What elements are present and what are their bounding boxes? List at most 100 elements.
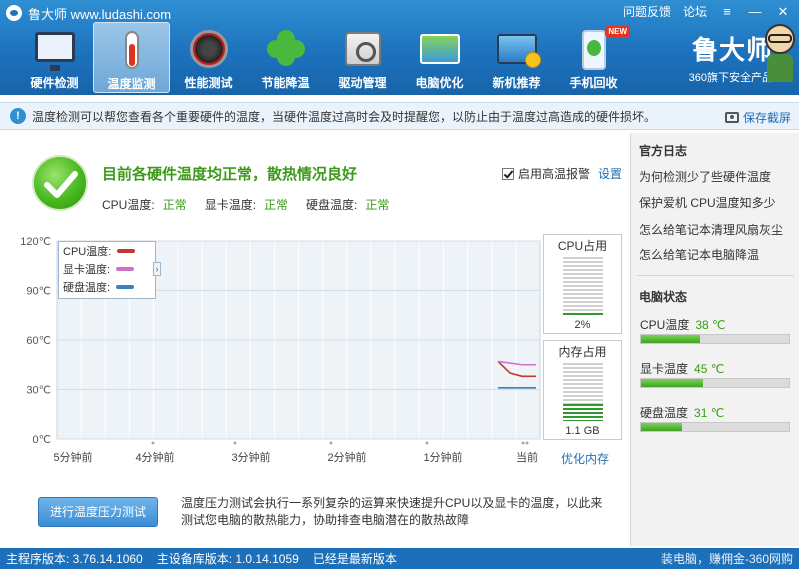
hw-disk-temp: 硬盘温度 31 ℃ — [640, 404, 724, 421]
memory-usage-meter: 内存占用 1.1 GB — [543, 340, 622, 440]
status-headline: 目前各硬件温度均正常，散热情况良好 — [102, 166, 358, 183]
x-tick-label: 当前 — [516, 450, 538, 464]
alarm-label: 启用高温报警 — [518, 167, 591, 181]
brand-name: 鲁大师 — [691, 36, 773, 66]
x-tick-mark — [425, 441, 429, 445]
disk-temp-status: 正常 — [365, 198, 390, 212]
hw-cpu-temp: CPU温度 38 ℃ — [640, 316, 726, 333]
tab-power-saving[interactable]: 节能降温 — [247, 22, 324, 93]
legend-gpu-swatch — [116, 267, 135, 271]
tab-pc-optimize[interactable]: 电脑优化 — [401, 22, 478, 93]
brand-logo: 鲁大师 360旗下安全产品 — [689, 30, 773, 85]
gpu-temp-label: 显卡温度: — [204, 198, 257, 212]
window-title: 鲁大师 www.ludashi.com — [6, 4, 171, 22]
optimize-memory-link[interactable]: 优化内存 — [561, 450, 609, 467]
sidebar-divider — [637, 275, 794, 276]
tab-label: 驱动管理 — [338, 76, 387, 90]
cpu-usage-title: CPU占用 — [557, 239, 608, 253]
db-version: 主设备库版本: 1.0.14.1059 — [156, 552, 299, 566]
tab-new-pc[interactable]: 新机推荐 — [478, 22, 555, 93]
y-tick-label: 0℃ — [33, 434, 51, 446]
hw-cpu-temp-bar — [640, 334, 790, 344]
check-ok-icon — [32, 155, 88, 211]
memory-usage-title: 内存占用 — [558, 345, 607, 359]
save-screenshot-button[interactable]: 保存截屏 — [724, 109, 791, 126]
main-tabs: 硬件检测 温度监测 性能测试 节能降温 驱动管理 电脑优化 新机推荐 NEW 手… — [16, 22, 632, 93]
hw-disk-temp-bar — [640, 422, 790, 432]
log-link[interactable]: 保护爱机 CPU温度知多少 — [639, 194, 776, 211]
log-link[interactable]: 为何检测少了些硬件温度 — [639, 168, 771, 185]
brand-subtitle: 360旗下安全产品 — [688, 72, 773, 84]
x-tick-label: 2分钟前 — [327, 450, 366, 464]
speed-gauge-icon — [187, 28, 231, 70]
tab-label: 硬件检测 — [30, 76, 79, 90]
hw-cpu-temp-label: CPU温度 — [640, 318, 690, 332]
tab-label: 新机推荐 — [492, 76, 541, 90]
camera-icon — [724, 112, 739, 123]
legend-disk-swatch — [116, 285, 135, 289]
temperature-chart: 120℃ 90℃ 60℃ 30℃ 0℃ 5分钟前 4分钟前 3分钟前 2分钟前 1分钟前 当前 CP… — [0, 233, 545, 473]
legend-cpu-label: CPU温度: — [63, 246, 112, 258]
hw-cpu-temp-fill — [641, 335, 701, 343]
high-temp-alarm: 启用高温报警 设置 — [502, 165, 622, 182]
main-panel: 目前各硬件温度均正常，散热情况良好 CPU温度: 正常 显卡温度: 正常 硬盘温… — [0, 133, 630, 546]
driver-chip-icon — [341, 28, 385, 70]
chart-legend: CPU温度: 显卡温度: 硬盘温度: › — [58, 241, 161, 299]
hw-gpu-temp-value: 45 ℃ — [694, 362, 725, 376]
pc-status-title: 电脑状态 — [639, 290, 688, 304]
tab-label: 电脑优化 — [415, 76, 464, 90]
stress-test-button[interactable]: 进行温度压力测试 — [38, 497, 158, 527]
info-text: 温度检测可以帮您查看各个重要硬件的温度，当硬件温度过高时会及时提醒您，以防止由于… — [32, 109, 657, 124]
tab-driver-management[interactable]: 驱动管理 — [324, 22, 401, 93]
main-version: 主程序版本: 3.76.14.1060 — [6, 552, 143, 566]
tab-phone-recycle[interactable]: NEW 手机回收 — [555, 22, 632, 93]
x-tick-label: 4分钟前 — [135, 450, 174, 464]
x-tick-label: 3分钟前 — [231, 450, 270, 464]
disk-temp-label: 硬盘温度: — [306, 198, 358, 212]
new-badge: NEW — [605, 26, 630, 37]
hw-gpu-temp: 显卡温度 45 ℃ — [640, 360, 724, 377]
y-tick-label: 120℃ — [20, 236, 51, 248]
settings-link[interactable]: 设置 — [598, 165, 622, 182]
feedback-link[interactable]: 问题反馈 — [623, 3, 671, 20]
log-link[interactable]: 怎么给笔记本清理风扇灰尘 — [639, 221, 783, 238]
hw-disk-temp-value: 31 ℃ — [694, 406, 725, 420]
cpu-usage-meter: CPU占用 2% — [543, 234, 622, 334]
tab-label: 性能测试 — [184, 76, 233, 90]
x-tick-mark — [329, 441, 333, 445]
official-log-title: 官方日志 — [639, 144, 688, 158]
window-title-text: 鲁大师 www.ludashi.com — [28, 6, 172, 22]
legend-disk-label: 硬盘温度: — [63, 282, 111, 294]
hw-gpu-temp-bar — [640, 378, 790, 388]
cpu-usage-bars — [563, 255, 603, 315]
new-pc-icon — [495, 28, 541, 70]
forum-link[interactable]: 论坛 — [683, 3, 707, 20]
cpu-usage-fill — [563, 313, 603, 315]
tab-hardware-check[interactable]: 硬件检测 — [16, 22, 93, 93]
stress-test-description: 温度压力测试会执行一系列复杂的运算来快速提升CPU以及显卡的温度，以此来测试您电… — [181, 496, 603, 527]
close-icon[interactable]: ✕ — [775, 4, 791, 20]
y-tick-label: 30℃ — [26, 385, 51, 397]
info-bar: ! 温度检测可以帮您查看各个重要硬件的温度，当硬件温度过高时会及时提醒您，以防止… — [0, 102, 799, 130]
hw-disk-temp-label: 硬盘温度 — [640, 406, 689, 420]
tab-label: 节能降温 — [261, 76, 310, 90]
x-tick-mark — [233, 441, 237, 445]
tab-label: 手机回收 — [569, 76, 618, 90]
log-link[interactable]: 怎么给笔记本电脑降温 — [639, 246, 759, 263]
minimize-icon[interactable]: — — [747, 4, 763, 19]
update-status: 已经是最新版本 — [312, 552, 397, 566]
tab-performance-test[interactable]: 性能测试 — [170, 22, 247, 93]
y-tick-label: 90℃ — [26, 286, 51, 298]
temps-summary: CPU温度: 正常 显卡温度: 正常 硬盘温度: 正常 — [102, 196, 407, 213]
alarm-checkbox[interactable] — [502, 167, 514, 180]
x-tick-label: 5分钟前 — [53, 450, 92, 464]
app-logo-icon — [6, 5, 22, 21]
hw-gpu-temp-fill — [641, 379, 704, 387]
legend-collapse-icon[interactable]: › — [153, 262, 161, 276]
tab-temperature-monitor[interactable]: 温度监测 — [93, 22, 170, 93]
x-tick-label: 1分钟前 — [423, 450, 462, 464]
hw-gpu-temp-label: 显卡温度 — [640, 362, 689, 376]
cpu-temp-label: CPU温度: — [102, 198, 155, 212]
menu-icon[interactable]: ≡ — [719, 4, 735, 19]
cpu-usage-value: 2% — [574, 319, 591, 331]
